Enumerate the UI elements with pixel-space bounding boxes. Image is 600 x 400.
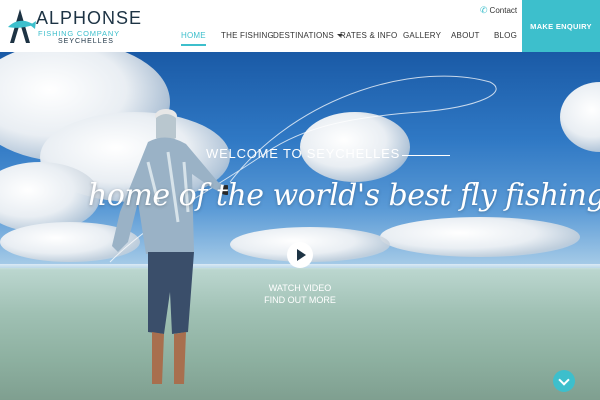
contact-link[interactable]: ✆ Contact (480, 5, 517, 16)
brand-location: SEYCHELLES (58, 38, 114, 45)
brand-name: ALPHONSE (36, 8, 143, 28)
site-header: ALPHONSE FISHING COMPANY SEYCHELLES ✆ Con… (0, 0, 600, 52)
hero-tagline: home of the world's best fly fishing. (88, 178, 600, 213)
find-out-more-label: FIND OUT MORE (264, 295, 336, 305)
nav-the-fishing[interactable]: THE FISHING (221, 31, 274, 40)
nav-destinations[interactable]: DESTINATIONS (273, 31, 343, 40)
site-logo[interactable]: ALPHONSE FISHING COMPANY SEYCHELLES (6, 5, 141, 47)
nav-destinations-label: DESTINATIONS (273, 31, 334, 40)
nav-gallery[interactable]: GALLERY (403, 31, 441, 40)
scroll-down-button[interactable] (553, 370, 575, 392)
phone-icon: ✆ (480, 5, 488, 15)
hero-banner: WELCOME TO SEYCHELLES home of the world'… (0, 52, 600, 400)
contact-label: Contact (489, 6, 518, 15)
welcome-text: WELCOME TO SEYCHELLES (206, 146, 401, 161)
watch-video-label: WATCH VIDEO (268, 283, 332, 293)
make-enquiry-button[interactable]: MAKE ENQUIRY (522, 0, 600, 52)
nav-home[interactable]: HOME (181, 31, 206, 46)
welcome-heading: WELCOME TO SEYCHELLES (206, 146, 456, 164)
nav-rates-info[interactable]: RATES & INFO (340, 31, 397, 40)
play-video-button[interactable] (287, 242, 313, 268)
watch-video-link[interactable]: WATCH VIDEO FIND OUT MORE (250, 282, 350, 306)
welcome-divider (402, 155, 450, 156)
brand-subtitle: FISHING COMPANY (38, 29, 120, 38)
nav-blog[interactable]: BLOG (494, 31, 517, 40)
nav-about[interactable]: ABOUT (451, 31, 480, 40)
logo-fish-icon (8, 9, 36, 43)
